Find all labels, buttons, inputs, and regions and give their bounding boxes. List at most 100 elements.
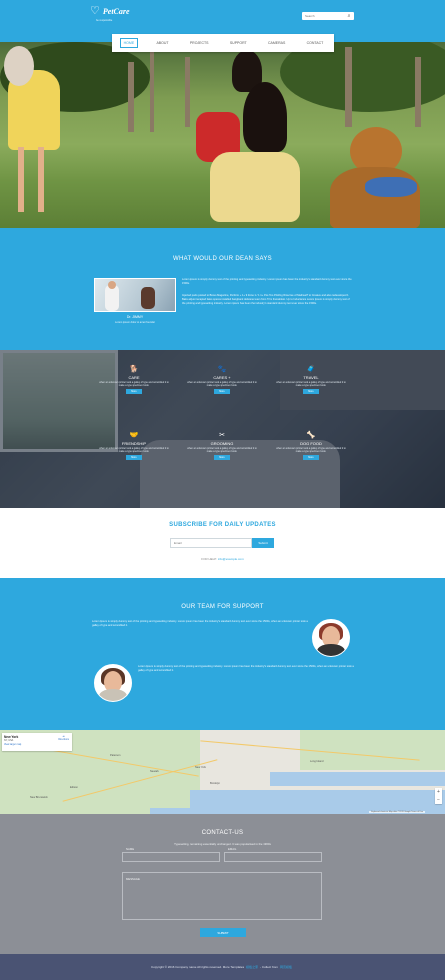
footer-link[interactable]: 网页模板 <box>280 965 292 969</box>
name-label: NAME <box>126 847 135 851</box>
nav-cameras[interactable]: CAMERAS <box>265 39 288 47</box>
directions-label: Directions <box>58 738 69 741</box>
email-field[interactable] <box>224 852 322 862</box>
person-striped-dress <box>210 152 300 222</box>
dean-paragraph: Injected parts posted to Bravo Magazine,… <box>182 294 350 305</box>
person-leg <box>18 147 24 212</box>
service-card: ✂ GROOMING when an unknown printer took … <box>187 432 257 461</box>
message-field[interactable] <box>122 872 322 920</box>
golden-dog-body <box>330 167 420 228</box>
hand-paw-icon: 🐾 <box>217 366 227 373</box>
footer-separator: - Collect from <box>260 965 278 969</box>
dog-icon: 🐕 <box>129 366 139 373</box>
more-button[interactable]: More <box>214 389 230 395</box>
nav-support[interactable]: SUPPORT <box>227 39 250 47</box>
dean-paragraph: Lorem ipsum is simply dummy text of the … <box>182 278 352 285</box>
map-info-card: New York NY, USA View larger map ➦ Direc… <box>2 733 72 751</box>
map-label: New York <box>195 766 206 769</box>
dean-section: WHAT WOULD OUR DEAN SAYS Dr. JIMMY Lorem… <box>0 228 445 350</box>
dean-photo <box>94 278 176 312</box>
search-input[interactable] <box>302 12 344 20</box>
site-footer: Copyright © 2016 Company name All rights… <box>0 954 445 980</box>
brand-tagline: be responsible <box>96 19 113 22</box>
map-footer[interactable]: Keyboard shortcuts Map data ©2019 Google… <box>369 811 425 813</box>
zoom-control: + − <box>435 788 442 804</box>
service-title: CARES + <box>213 375 231 380</box>
service-card: 🦴 DOG FOOD when an unknown printer took … <box>276 432 346 461</box>
email-field[interactable] <box>170 538 252 548</box>
nav-about[interactable]: ABOUT <box>153 39 171 47</box>
hero-banner <box>0 42 445 228</box>
service-title: CARE <box>128 375 140 380</box>
submit-button[interactable]: SUBMIT <box>200 928 246 937</box>
travel-icon: 🧳 <box>306 366 316 373</box>
larger-map-link[interactable]: View larger map <box>4 743 70 746</box>
more-button[interactable]: More <box>303 455 319 461</box>
zoom-in-button[interactable]: + <box>435 788 442 796</box>
nav-home[interactable]: HOME <box>119 38 139 48</box>
service-card: 🐾 CARES + when an unknown printer took a… <box>187 366 257 395</box>
person-leg <box>38 147 44 212</box>
zoom-out-button[interactable]: − <box>435 796 442 804</box>
avatar-pet <box>317 644 345 656</box>
search-box: ⌕ <box>302 12 354 20</box>
services-section: 🐕 CARE when an unknown printer took a ga… <box>0 350 445 508</box>
contact-section: CONTACT-US Typesetting, remaining essent… <box>0 814 445 954</box>
owner-figure <box>141 287 155 309</box>
friendship-icon: 🤝 <box>129 432 139 439</box>
section-title: CONTACT-US <box>201 830 244 836</box>
map-label: Long Island <box>310 760 324 763</box>
copyright-text: Copyright © 2016 Company name All rights… <box>151 965 245 969</box>
more-button[interactable]: More <box>126 389 142 395</box>
grooming-icon: ✂ <box>219 432 225 439</box>
tree-trunk <box>185 57 190 127</box>
service-desc: when an unknown printer took a galley of… <box>99 447 169 454</box>
map-label: Edison <box>70 786 78 789</box>
section-title: OUR TEAM FOR SUPPORT <box>181 604 264 610</box>
service-desc: when an unknown printer took a galley of… <box>187 447 257 454</box>
logo[interactable]: ♡ PetCare <box>90 6 130 17</box>
nav-contact[interactable]: CONTACT <box>304 39 327 47</box>
small-dog <box>4 46 34 86</box>
subscribe-section: SUBSCRIBE FOR DAILY UPDATES Submit FOR H… <box>0 508 445 578</box>
map-water <box>270 772 445 786</box>
tree-trunk <box>150 52 154 132</box>
team-section: OUR TEAM FOR SUPPORT Lorem Ipsum is simp… <box>0 578 445 730</box>
tree-trunk <box>415 57 421 127</box>
more-button[interactable]: More <box>126 455 142 461</box>
avatar-pet <box>99 689 127 701</box>
help-note: FOR HELP: info@example.com <box>0 557 445 561</box>
section-title: WHAT WOULD OUR DEAN SAYS <box>173 256 272 262</box>
map-label: Brooklyn <box>210 782 221 785</box>
service-card: 🐕 CARE when an unknown printer took a ga… <box>99 366 169 395</box>
email-label: EMAIL <box>228 847 237 851</box>
map-label: Paterson <box>110 754 121 757</box>
map-label: New Brunswick <box>30 796 48 799</box>
team-member-text: Lorem Ipsum is simply dummy text of the … <box>138 665 354 672</box>
service-desc: when an unknown printer took a galley of… <box>276 447 346 454</box>
location-map[interactable]: Paterson Newark Edison New Brunswick New… <box>0 730 445 814</box>
nav-projects[interactable]: PROJECTS <box>187 39 212 47</box>
service-desc: when an unknown printer took a galley of… <box>187 381 257 388</box>
team-member-avatar <box>94 664 132 702</box>
main-nav: HOME ABOUT PROJECTS SUPPORT CAMERAS CONT… <box>112 34 334 52</box>
help-email-link[interactable]: info@example.com <box>218 557 244 561</box>
team-member-avatar <box>312 619 350 657</box>
more-button[interactable]: More <box>214 455 230 461</box>
subscribe-button[interactable]: Submit <box>252 538 274 548</box>
search-icon[interactable]: ⌕ <box>344 13 354 19</box>
footer-link[interactable]: 模板之家 <box>246 965 258 969</box>
dog-food-icon: 🦴 <box>306 432 316 439</box>
contact-subtitle: Typesetting, remaining essentially uncha… <box>174 842 271 846</box>
subscribe-form: Submit <box>170 538 274 548</box>
directions-link[interactable]: ➦ Directions <box>58 735 69 741</box>
service-desc: when an unknown printer took a galley of… <box>99 381 169 388</box>
tree-trunk <box>345 47 352 127</box>
section-title: SUBSCRIBE FOR DAILY UPDATES <box>169 522 276 528</box>
tree-trunk <box>128 62 134 132</box>
name-field[interactable] <box>122 852 220 862</box>
service-title: TRAVEL <box>303 375 319 380</box>
dean-name: Dr. JIMMY <box>126 315 144 319</box>
more-button[interactable]: More <box>303 389 319 395</box>
service-title: FRIENDSHIP <box>121 441 147 446</box>
